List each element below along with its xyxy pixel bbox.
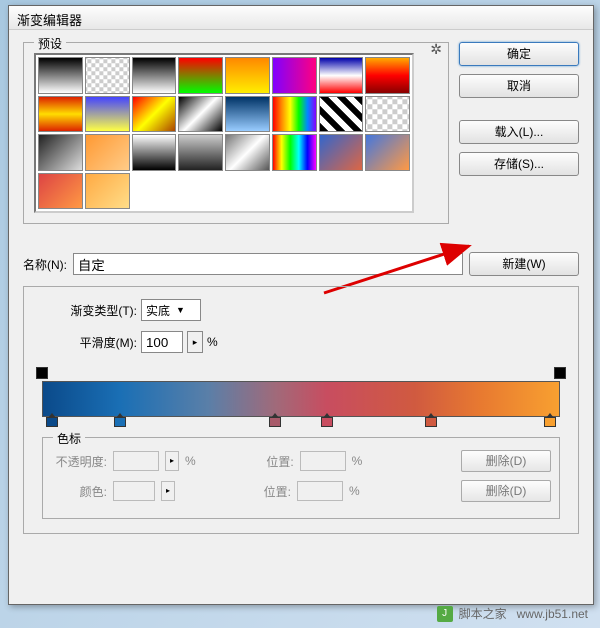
gradient-bar-wrap — [42, 367, 560, 431]
color-stop[interactable] — [46, 417, 58, 431]
preset-swatch[interactable] — [132, 96, 177, 133]
color-label: 颜色: — [51, 483, 107, 500]
color-stop[interactable] — [114, 417, 126, 431]
preset-swatch[interactable] — [178, 57, 223, 94]
button-column: 确定 取消 载入(L)... 存储(S)... — [459, 42, 579, 236]
preset-swatch[interactable] — [178, 96, 223, 133]
preset-swatch[interactable] — [365, 57, 410, 94]
preset-swatch[interactable] — [178, 134, 223, 171]
type-select[interactable]: 实底 ▼ — [141, 299, 201, 321]
preset-swatch[interactable] — [132, 57, 177, 94]
opacity-input — [113, 451, 159, 471]
gradient-editor-window: 渐变编辑器 预设 ✲ 确定 取消 载入(L)... 存储(S)... 名称(N)… — [8, 5, 594, 605]
preset-swatch[interactable] — [365, 96, 410, 133]
position-input-2 — [297, 481, 343, 501]
color-stops-track — [42, 417, 560, 431]
smooth-input[interactable] — [141, 331, 183, 353]
footer-text: 脚本之家 — [459, 605, 507, 622]
preset-swatch[interactable] — [225, 57, 270, 94]
preset-swatch[interactable] — [225, 134, 270, 171]
opacity-label: 不透明度: — [51, 453, 107, 470]
preset-swatch[interactable] — [85, 57, 130, 94]
position-input-1 — [300, 451, 346, 471]
load-button[interactable]: 载入(L)... — [459, 120, 579, 144]
stops-legend: 色标 — [53, 430, 85, 447]
preset-swatch[interactable] — [319, 57, 364, 94]
stops-fieldset: 色标 不透明度: ▸ % 位置: % 删除(D) 颜色: ▸ — [42, 437, 560, 519]
color-swatch-input — [113, 481, 155, 501]
preset-swatch[interactable] — [85, 96, 130, 133]
gradient-bar[interactable] — [42, 381, 560, 417]
presets-fieldset: 预设 ✲ — [23, 42, 449, 224]
name-row: 名称(N): 新建(W) — [23, 252, 579, 276]
smooth-stepper[interactable]: ▸ — [187, 331, 203, 353]
color-stop[interactable] — [425, 417, 437, 431]
color-stop[interactable] — [321, 417, 333, 431]
preset-swatch[interactable] — [38, 134, 83, 171]
footer-url: www.jb51.net — [517, 607, 588, 621]
preset-swatch[interactable] — [38, 96, 83, 133]
gear-icon[interactable]: ✲ — [430, 41, 442, 58]
name-input[interactable] — [73, 253, 463, 275]
preset-swatch[interactable] — [272, 96, 317, 133]
preset-swatch[interactable] — [85, 173, 130, 210]
preset-swatch[interactable] — [38, 57, 83, 94]
save-button[interactable]: 存储(S)... — [459, 152, 579, 176]
titlebar[interactable]: 渐变编辑器 — [9, 6, 593, 30]
preset-swatch[interactable] — [272, 134, 317, 171]
logo-icon: J — [437, 606, 453, 622]
preset-swatch[interactable] — [319, 134, 364, 171]
window-title: 渐变编辑器 — [17, 13, 82, 28]
preset-swatch[interactable] — [319, 96, 364, 133]
presets-grid — [34, 53, 414, 213]
preset-swatch[interactable] — [38, 173, 83, 210]
type-label: 渐变类型(T): — [42, 302, 137, 319]
preset-swatch[interactable] — [365, 134, 410, 171]
smooth-label: 平滑度(M): — [42, 334, 137, 351]
opacity-stop[interactable] — [554, 367, 566, 379]
chevron-down-icon: ▼ — [176, 305, 185, 315]
preset-swatch[interactable] — [85, 134, 130, 171]
color-stop[interactable] — [269, 417, 281, 431]
delete-color-stop-button: 删除(D) — [461, 480, 551, 502]
color-picker-toggle: ▸ — [161, 481, 175, 501]
delete-opacity-stop-button: 删除(D) — [461, 450, 551, 472]
opacity-stops-track — [42, 367, 560, 381]
cancel-button[interactable]: 取消 — [459, 74, 579, 98]
name-label: 名称(N): — [23, 256, 67, 273]
preset-swatch[interactable] — [272, 57, 317, 94]
gradient-settings: 渐变类型(T): 实底 ▼ 平滑度(M): ▸ % 色标 不透 — [23, 286, 579, 534]
opacity-stop[interactable] — [36, 367, 48, 379]
position-label-1: 位置: — [238, 453, 294, 470]
opacity-stepper: ▸ — [165, 451, 179, 471]
ok-button[interactable]: 确定 — [459, 42, 579, 66]
type-value: 实底 — [146, 302, 170, 319]
watermark: J 脚本之家 www.jb51.net — [437, 605, 588, 622]
pct-label: % — [207, 335, 218, 349]
preset-swatch[interactable] — [132, 134, 177, 171]
preset-swatch[interactable] — [225, 96, 270, 133]
color-stop[interactable] — [544, 417, 556, 431]
new-button[interactable]: 新建(W) — [469, 252, 579, 276]
presets-legend: 预设 — [34, 35, 66, 52]
position-label-2: 位置: — [235, 483, 291, 500]
